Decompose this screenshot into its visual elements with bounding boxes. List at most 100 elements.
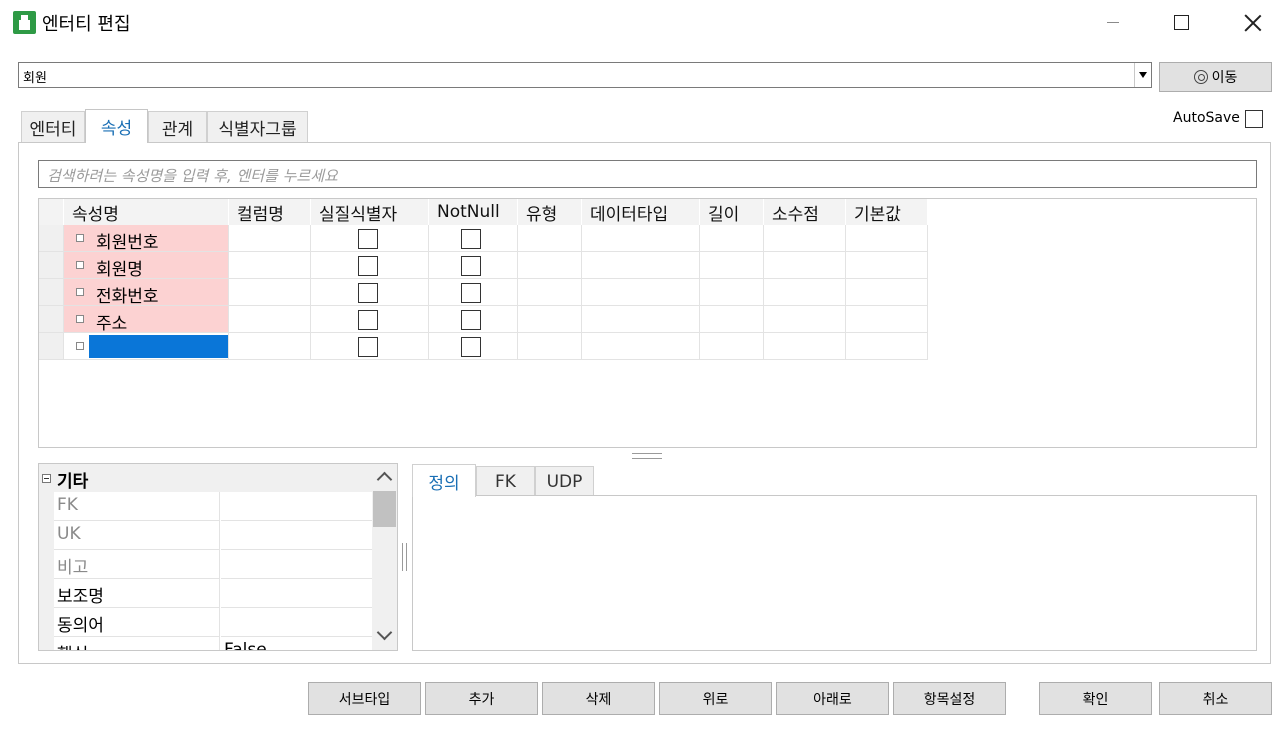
attribute-name-cell[interactable]: 주소 [64,306,229,334]
real-identifier-checkbox[interactable] [358,337,378,357]
property-category[interactable]: 기타 [39,464,372,492]
move-down-button[interactable]: 아래로 [776,682,889,715]
not-null-checkbox[interactable] [461,256,481,276]
property-row[interactable]: 보조명 [39,579,372,608]
column-name-cell[interactable] [229,333,311,360]
tab-fk[interactable]: FK [476,466,535,496]
type-cell[interactable] [518,306,582,333]
data-type-cell[interactable] [582,279,700,306]
length-cell[interactable] [700,252,764,279]
default-cell[interactable] [846,333,928,360]
attribute-name-cell[interactable]: 회원번호 [64,225,229,253]
data-type-cell[interactable] [582,252,700,279]
column-name-cell[interactable] [229,225,311,252]
real-identifier-cell[interactable] [311,333,429,360]
column-header-column-name[interactable]: 컬럼명 [229,199,311,225]
dropdown-arrow-button[interactable] [1134,63,1151,87]
default-cell[interactable] [846,306,928,333]
subtype-button[interactable]: 서브타입 [308,682,421,715]
property-value[interactable] [221,550,372,579]
real-identifier-checkbox[interactable] [358,229,378,249]
data-type-cell[interactable] [582,225,700,252]
tab-identifier-group[interactable]: 식별자그룹 [207,111,308,142]
real-identifier-cell[interactable] [311,279,429,306]
property-value[interactable] [221,521,372,550]
not-null-cell[interactable] [429,306,518,333]
table-row[interactable]: 회원명 [39,252,928,280]
add-button[interactable]: 추가 [425,682,538,715]
item-settings-button[interactable]: 항목설정 [893,682,1006,715]
not-null-checkbox[interactable] [461,229,481,249]
column-header-attribute-name[interactable]: 속성명 [64,199,229,225]
tab-attributes[interactable]: 속성 [85,109,148,143]
attribute-name-cell-editing[interactable] [64,333,229,360]
not-null-cell[interactable] [429,225,518,252]
horizontal-splitter[interactable] [632,453,662,459]
table-row[interactable]: 전화번호 [39,279,928,307]
row-header[interactable] [39,333,64,360]
attribute-name-cell[interactable]: 전화번호 [64,279,229,307]
attribute-search-input[interactable]: 검색하려는 속성명을 입력 후, 엔터를 누르세요 [38,160,1257,188]
attribute-name-cell[interactable]: 회원명 [64,252,229,280]
close-button[interactable] [1229,0,1275,44]
row-header[interactable] [39,279,64,306]
expand-box-icon[interactable] [76,288,84,296]
tab-relations[interactable]: 관계 [148,111,207,142]
default-cell[interactable] [846,279,928,306]
attribute-grid[interactable]: 속성명 컬럼명 실질식별자 NotNull 유형 데이터타입 길이 소수점 기본… [38,198,1257,448]
real-identifier-checkbox[interactable] [358,283,378,303]
column-header-data-type[interactable]: 데이터타입 [582,199,700,225]
property-value[interactable] [221,608,372,637]
property-row[interactable]: FK [39,492,372,521]
decimal-cell[interactable] [764,333,846,360]
not-null-cell[interactable] [429,279,518,306]
table-row-new[interactable] [39,333,928,360]
length-cell[interactable] [700,333,764,360]
maximize-button[interactable] [1158,0,1204,44]
not-null-cell[interactable] [429,333,518,360]
length-cell[interactable] [700,279,764,306]
row-header[interactable] [39,225,64,252]
column-header-type[interactable]: 유형 [518,199,582,225]
decimal-cell[interactable] [764,252,846,279]
collapse-icon[interactable] [42,474,51,483]
move-button[interactable]: 이동 [1159,62,1272,92]
tab-definition[interactable]: 정의 [412,464,476,497]
column-header-real-identifier[interactable]: 실질식별자 [311,199,429,225]
delete-button[interactable]: 삭제 [542,682,655,715]
column-header-length[interactable]: 길이 [700,199,764,225]
property-row[interactable]: 동의어 [39,608,372,637]
decimal-cell[interactable] [764,279,846,306]
vertical-splitter[interactable] [402,543,407,571]
not-null-checkbox[interactable] [461,310,481,330]
not-null-checkbox[interactable] [461,337,481,357]
expand-box-icon[interactable] [76,261,84,269]
property-value[interactable] [221,492,372,521]
real-identifier-cell[interactable] [311,306,429,333]
real-identifier-cell[interactable] [311,252,429,279]
column-name-cell[interactable] [229,252,311,279]
entity-select[interactable]: 회원 [18,62,1152,88]
property-grid[interactable]: 기타 FK UK 비고 보조명 동의어 핵심False [38,463,398,651]
cancel-button[interactable]: 취소 [1159,682,1272,715]
column-name-cell[interactable] [229,279,311,306]
row-header[interactable] [39,306,64,333]
expand-box-icon[interactable] [76,315,84,323]
not-null-cell[interactable] [429,252,518,279]
row-header[interactable] [39,252,64,279]
table-row[interactable]: 주소 [39,306,928,334]
scroll-thumb[interactable] [373,491,396,527]
table-row[interactable]: 회원번호 [39,225,928,253]
length-cell[interactable] [700,306,764,333]
property-row[interactable]: 비고 [39,550,372,579]
property-value[interactable] [221,579,372,608]
property-row[interactable]: UK [39,521,372,550]
minimize-button[interactable] [1090,0,1136,44]
column-header-default[interactable]: 기본값 [846,199,928,225]
real-identifier-checkbox[interactable] [358,256,378,276]
column-name-cell[interactable] [229,306,311,333]
column-header-not-null[interactable]: NotNull [429,199,518,225]
autosave-checkbox[interactable] [1245,110,1263,128]
data-type-cell[interactable] [582,333,700,360]
type-cell[interactable] [518,252,582,279]
